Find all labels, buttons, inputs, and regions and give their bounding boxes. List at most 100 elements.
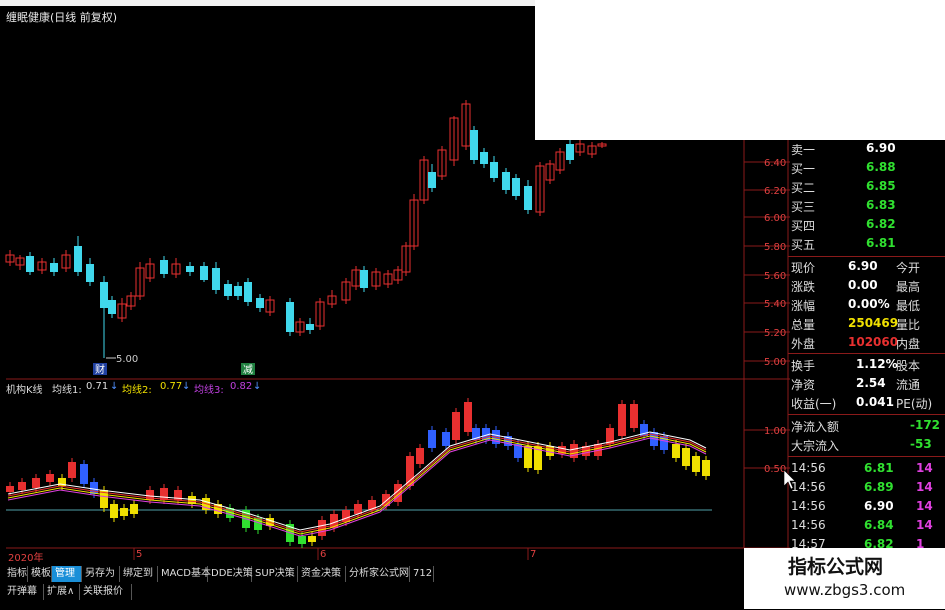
ma2-label: 均线2: [122, 385, 152, 396]
tab-9[interactable]: 分析家公式网 [346, 566, 410, 582]
stat-tail-label: PE(动) [896, 397, 933, 411]
tab-2[interactable]: 管理 [52, 566, 82, 582]
tick-row: 14:56 6.81 14 [788, 460, 945, 477]
stat-label: 现价 [791, 261, 816, 275]
tab-5[interactable]: MACD基本 [158, 566, 211, 582]
candle-body [26, 256, 34, 272]
stat-tail-label: 量比 [896, 318, 921, 332]
order-level-price: 6.83 [866, 198, 896, 212]
candle-body [234, 286, 242, 296]
candle-body [566, 144, 574, 160]
stat-value: 2.54 [856, 376, 886, 390]
tick-volume: 14 [916, 499, 933, 513]
stat-value: 0.00 [848, 278, 878, 292]
stat-label: 外盘 [791, 337, 816, 351]
price-axis-label: 6.20 [764, 186, 786, 197]
order-level-price: 6.85 [866, 179, 896, 193]
bottom-tabs: 开弹幕 扩展∧ 关联报价 [4, 584, 304, 600]
indicator-candle-body [298, 536, 306, 544]
flow-row: 大宗流入 -53 [788, 436, 945, 453]
candle-body [470, 130, 478, 160]
indicator-candle-body [442, 432, 450, 446]
ma1-arrow-icon: ↓ [110, 381, 119, 392]
indicator-candle-body [32, 478, 40, 488]
indicator-candle-body [618, 404, 626, 436]
stat-label: 净资 [791, 378, 816, 392]
stat-label: 总量 [791, 318, 816, 332]
tick-price: 6.84 [864, 518, 894, 532]
tab-3[interactable]: 另存为 [82, 566, 120, 582]
tab-4[interactable]: 绑定到 [120, 566, 158, 582]
cai-badge-label: 财 [95, 363, 105, 376]
indicator-candle-body [464, 402, 472, 432]
order-level-price: 6.81 [866, 236, 896, 250]
order-level-label: 买三 [791, 200, 816, 214]
ma2-arrow-icon: ↓ [182, 381, 191, 392]
indicator-candle-body [702, 460, 710, 476]
timeline-jul: 7 [530, 549, 537, 560]
indicator-candle-body [6, 486, 14, 492]
order-book-row: 买五 6.81 [788, 235, 945, 252]
indicator-name: 机构K线 [6, 385, 43, 396]
candle-body [490, 162, 498, 178]
stat-value: 102060 [848, 335, 899, 349]
indicator-candle-body [672, 444, 680, 458]
indicator-candles [6, 398, 710, 548]
stat-value: 250469 [848, 316, 899, 330]
tab-8[interactable]: 资金决策 [298, 566, 346, 582]
flow-label: 净流入额 [791, 420, 840, 434]
candle-body [100, 282, 108, 308]
price-axis-label: 5.20 [764, 328, 786, 339]
tab-1[interactable]: 模板 [28, 566, 52, 582]
tab-10[interactable]: 712 [410, 566, 434, 582]
timeline: 2020年 5 6 7 [4, 549, 744, 564]
ma3-arrow-icon: ↓ [253, 381, 262, 392]
watermark-url: www.zbgs3.com [784, 581, 906, 599]
tab-6[interactable]: DDE决策 [208, 566, 253, 582]
tick-price: 6.90 [864, 499, 894, 513]
price-axis: 6.40 6.20 6.00 5.80 5.60 5.40 5.20 5.00 [764, 158, 786, 368]
stat-tail-label: 内盘 [896, 337, 921, 351]
flow-label: 大宗流入 [791, 439, 840, 453]
indicator-candle-body [452, 412, 460, 440]
tick-time: 14:56 [791, 518, 826, 532]
tick-time: 14:56 [791, 499, 826, 513]
stat-row: 净资 2.54 流通 [788, 375, 945, 392]
stat-label: 换手 [791, 359, 816, 373]
order-book-row: 买三 6.83 [788, 197, 945, 214]
bottom-tab-2[interactable]: 关联报价 [80, 584, 132, 600]
indicator-candle-body [130, 504, 138, 514]
candle-body [480, 152, 488, 164]
tab-0[interactable]: 指标 [4, 566, 28, 582]
order-level-price: 6.88 [866, 160, 896, 174]
bottom-tab-0[interactable]: 开弹幕 [4, 584, 44, 600]
candle-body [200, 266, 208, 280]
low-marker-label: 5.00 [116, 354, 138, 365]
price-axis-label: 5.40 [764, 299, 786, 310]
stat-row: 总量 250469 量比 [788, 315, 945, 332]
ind-axis-2: 0.50 [764, 464, 786, 475]
tab-7[interactable]: SUP决策 [252, 566, 298, 582]
tick-volume: 14 [916, 461, 933, 475]
candle-body [360, 270, 368, 288]
watermark: 指标公式网 www.zbgs3.com [744, 548, 945, 609]
ma2-value: 0.77 [160, 381, 183, 392]
flow-value: -53 [910, 437, 932, 451]
indicator-candle-body [160, 488, 168, 500]
stat-tail-label: 最低 [896, 299, 921, 313]
order-level-label: 买四 [791, 219, 816, 233]
candle-body [428, 172, 436, 188]
quote-panel: 卖一 6.90 买一 6.88 买二 6.85 买三 6.83 买四 6.82 买五 6.81 现价 6.… [788, 140, 945, 610]
indicator-candle-body [68, 462, 76, 478]
order-level-label: 买二 [791, 181, 816, 195]
bottom-tab-1[interactable]: 扩展∧ [44, 584, 80, 600]
candle-body [306, 324, 314, 330]
indicator-candle-body [692, 456, 700, 472]
indicator-candle-body [428, 430, 436, 448]
indicator-candle-body [524, 446, 532, 468]
ma1-value: 0.71 [86, 381, 109, 392]
stat-row: 收益(一) 0.041 PE(动) [788, 394, 945, 411]
stat-row: 涨跌 0.00 最高 [788, 277, 945, 294]
ma3-label: 均线3: [194, 385, 224, 396]
tick-row: 14:56 6.90 14 [788, 498, 945, 515]
